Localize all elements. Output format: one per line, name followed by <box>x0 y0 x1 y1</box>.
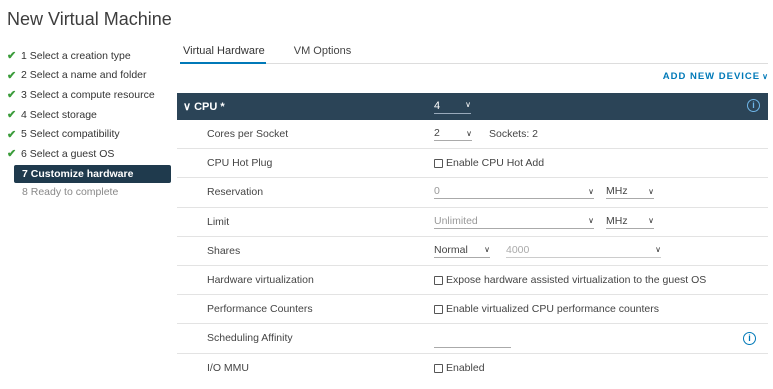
reservation-unit-select[interactable]: MHz ∨ <box>606 185 654 200</box>
chevron-down-icon: ∨ <box>648 216 654 226</box>
tab-bar: Virtual Hardware VM Options <box>180 42 768 64</box>
tab-virtual-hardware[interactable]: Virtual Hardware <box>180 42 266 64</box>
check-icon: ✔ <box>7 109 17 122</box>
tab-vm-options[interactable]: VM Options <box>291 42 352 64</box>
cpu-count-select[interactable]: 4 ∨ <box>434 100 471 114</box>
step-customize-hardware[interactable]: 7 Customize hardware <box>14 164 171 183</box>
step-ready-to-complete: 8 Ready to complete <box>22 186 119 199</box>
check-icon: ✔ <box>7 69 17 82</box>
page-title: New Virtual Machine <box>7 9 172 29</box>
cpu-header[interactable]: ∨ CPU * 4 ∨ i <box>177 93 768 120</box>
row-scheduling-affinity: Scheduling Affinity i <box>177 324 768 354</box>
sockets-count: Sockets: 2 <box>489 128 539 141</box>
chevron-down-icon: ∨ <box>484 245 490 255</box>
info-icon[interactable]: i <box>743 332 756 346</box>
row-performance-counters: Performance Counters Enable virtualized … <box>177 295 768 325</box>
check-icon: ✔ <box>7 89 17 102</box>
row-hardware-virtualization: Hardware virtualization Expose hardware … <box>177 266 768 296</box>
check-icon: ✔ <box>7 128 17 141</box>
chevron-down-icon: ∨ <box>655 245 661 255</box>
step-storage[interactable]: ✔ 4 Select storage <box>7 105 167 125</box>
hardware-table: ∨ CPU * 4 ∨ i Cores per Socket 2 ∨ Sockets… <box>177 93 768 383</box>
chevron-down-icon: ∨ <box>762 72 769 81</box>
shares-value-input[interactable]: 4000 ∨ <box>506 244 661 258</box>
limit-input[interactable]: Unlimited ∨ <box>434 215 594 229</box>
chevron-down-icon: ∨ <box>183 101 195 113</box>
add-new-device-button[interactable]: ADD NEW DEVICE ∨ <box>663 71 769 82</box>
row-cpu-hot-plug: CPU Hot Plug Enable CPU Hot Add <box>177 149 768 179</box>
chevron-down-icon: ∨ <box>648 186 654 196</box>
step-guest-os[interactable]: ✔ 6 Select a guest OS <box>7 144 167 164</box>
step-compatibility[interactable]: ✔ 5 Select compatibility <box>7 124 167 144</box>
info-icon[interactable]: i <box>747 99 760 112</box>
row-iommu: I/O MMU Enabled <box>207 362 485 375</box>
cores-per-socket-select[interactable]: 2 ∨ <box>434 127 472 142</box>
scheduling-affinity-input[interactable] <box>434 334 511 349</box>
chevron-down-icon: ∨ <box>466 128 472 138</box>
chevron-down-icon: ∨ <box>588 186 594 196</box>
row-cores-per-socket: Cores per Socket 2 ∨ Sockets: 2 <box>177 120 768 150</box>
check-icon: ✔ <box>7 148 17 161</box>
check-icon: ✔ <box>7 50 17 63</box>
row-shares: Shares Normal ∨ 4000 ∨ <box>177 237 768 266</box>
step-name-folder[interactable]: ✔ 2 Select a name and folder <box>7 66 167 86</box>
reservation-input[interactable]: 0 ∨ <box>434 185 594 200</box>
row-reservation: Reservation 0 ∨ MHz ∨ <box>177 178 768 208</box>
row-limit: Limit Unlimited ∨ MHz ∨ <box>177 208 768 237</box>
limit-unit-select[interactable]: MHz ∨ <box>606 215 654 229</box>
chevron-down-icon: ∨ <box>465 99 471 109</box>
wizard-steps: ✔ 1 Select a creation type ✔ 2 Select a na… <box>7 46 171 202</box>
iommu-checkbox[interactable] <box>434 363 443 373</box>
hot-add-checkbox[interactable] <box>434 158 443 168</box>
shares-level-select[interactable]: Normal ∨ <box>434 244 490 258</box>
cpu-header-label: CPU * <box>194 101 225 113</box>
step-compute-resource[interactable]: ✔ 3 Select a compute resource <box>7 85 167 105</box>
perf-counters-checkbox[interactable] <box>434 304 443 314</box>
step-creation-type[interactable]: ✔ 1 Select a creation type <box>7 46 167 66</box>
hw-virt-checkbox[interactable] <box>434 275 443 285</box>
chevron-down-icon: ∨ <box>588 216 594 226</box>
